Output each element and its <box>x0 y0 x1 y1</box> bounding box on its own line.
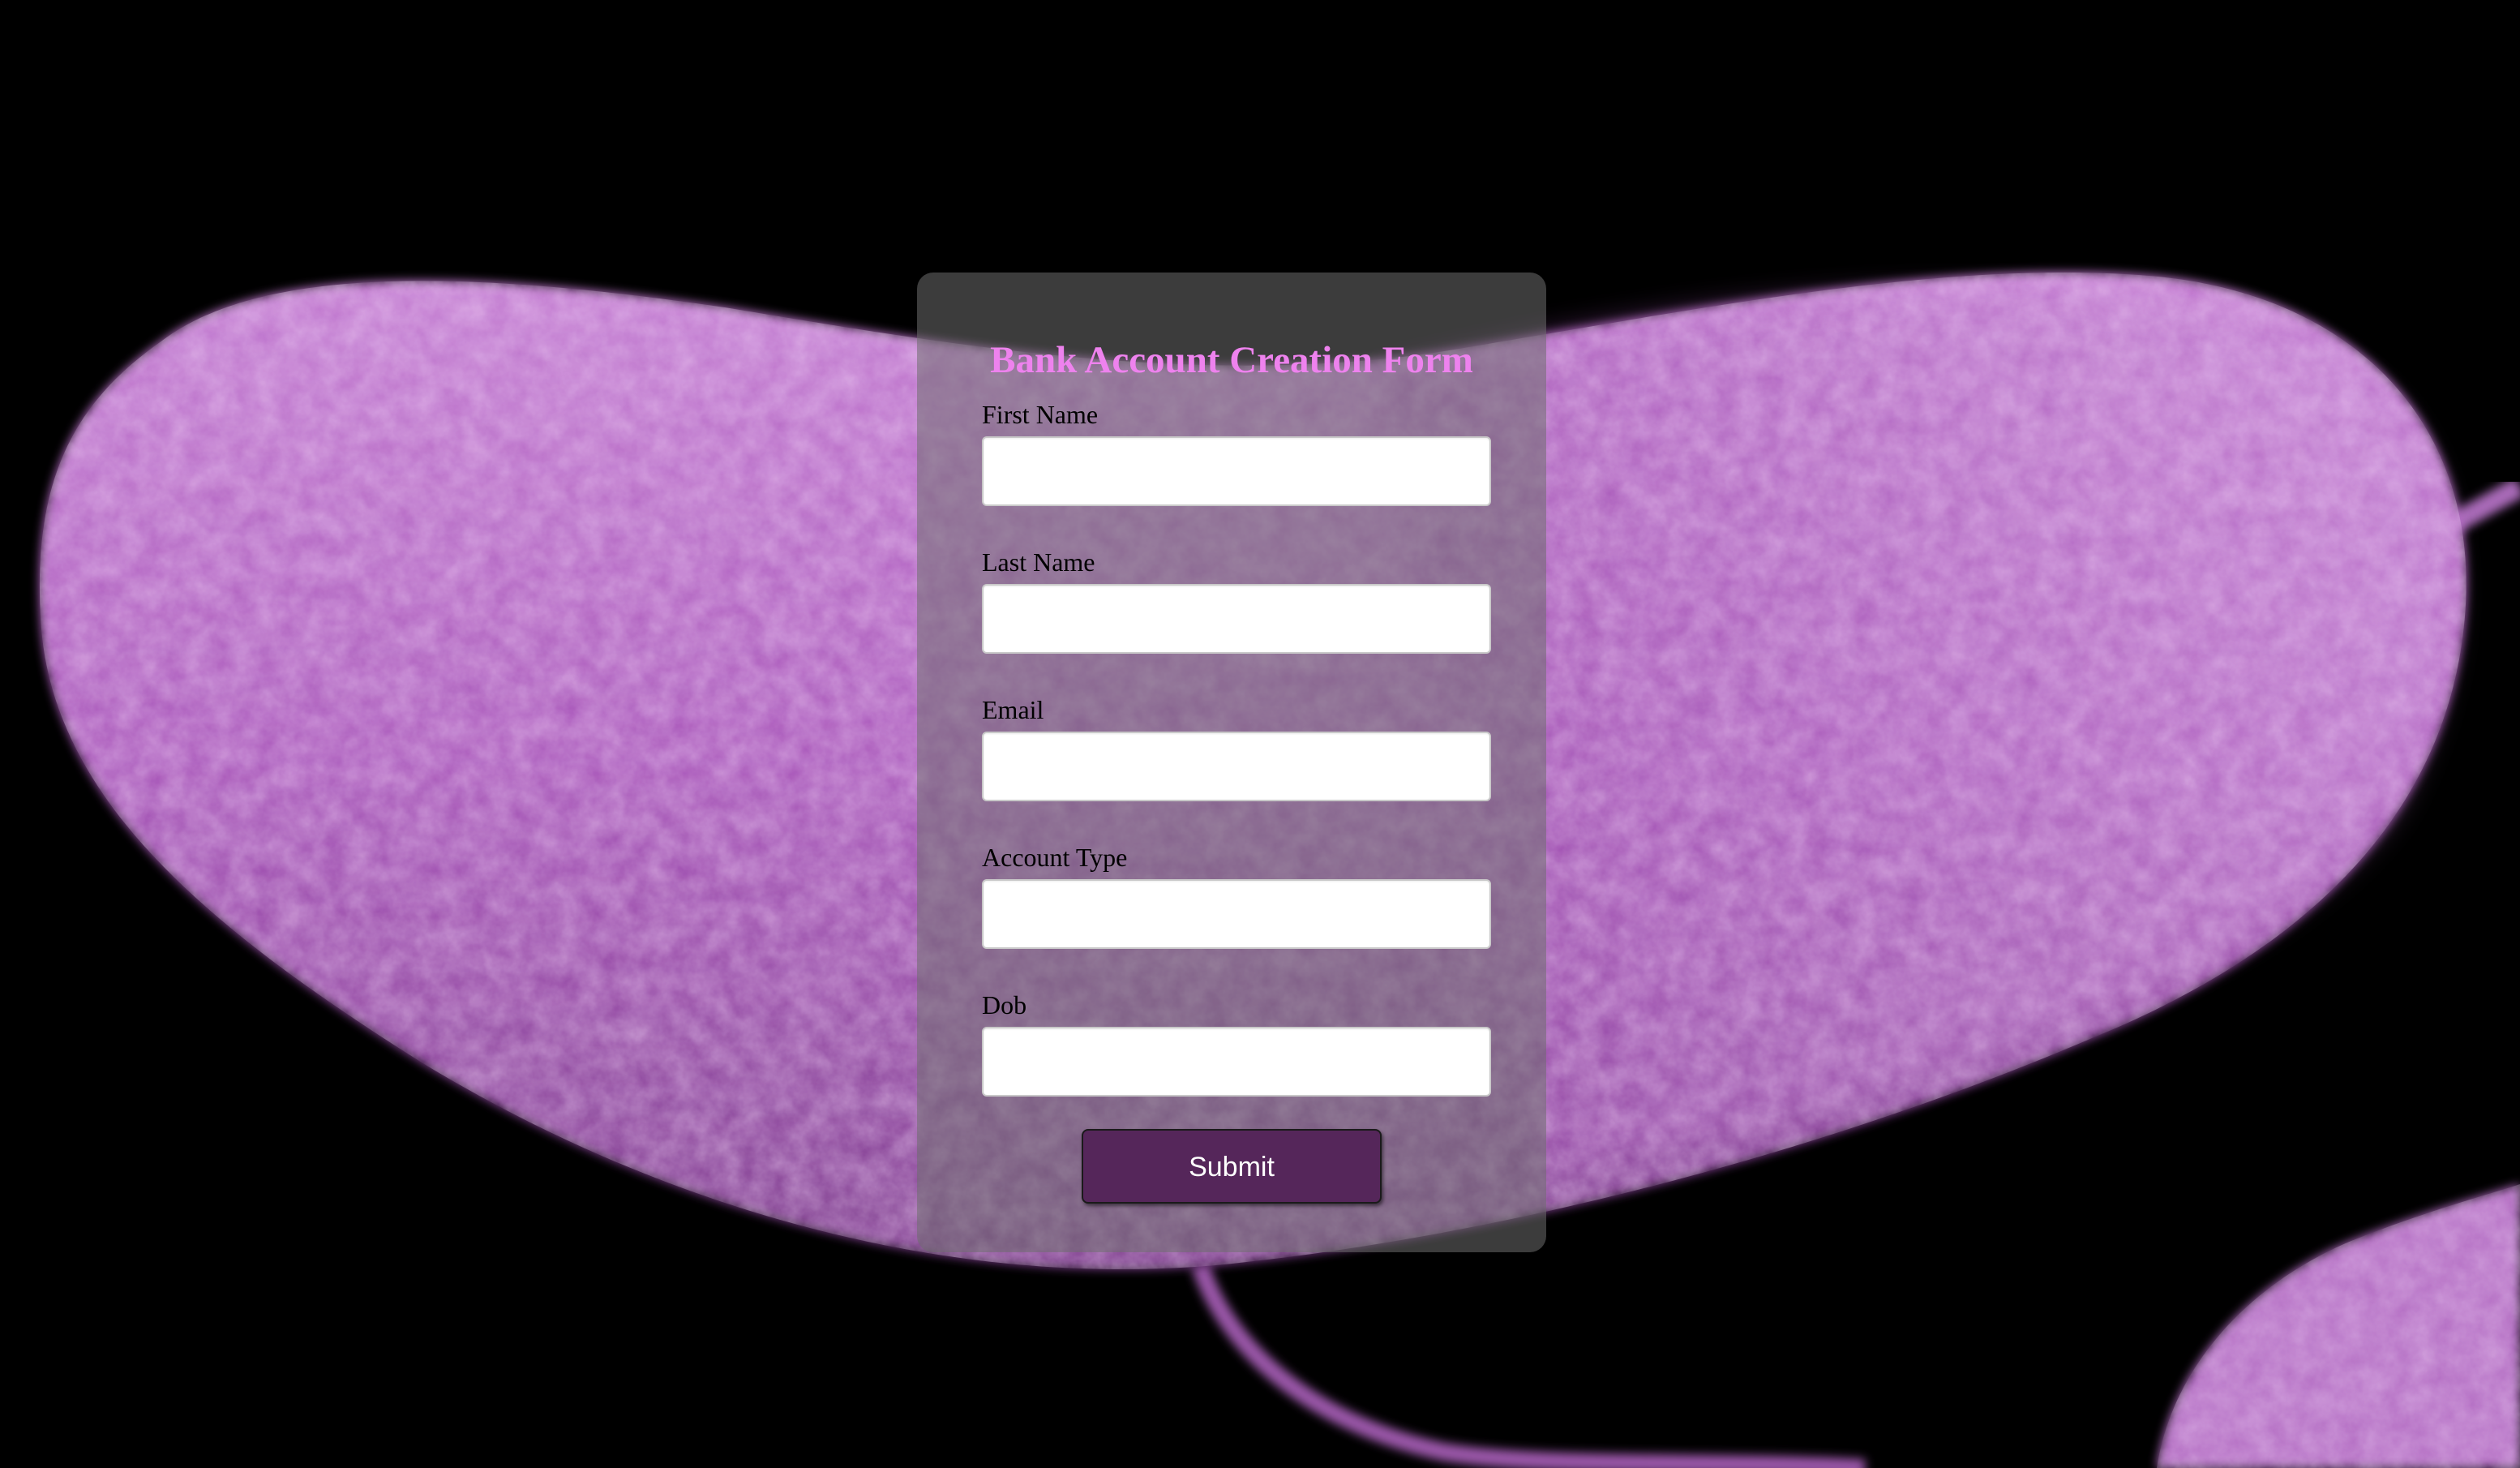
account-type-input[interactable] <box>982 879 1491 949</box>
submit-row: Submit <box>982 1129 1481 1204</box>
dob-group: Dob <box>982 989 1491 1097</box>
account-type-label: Account Type <box>982 843 1128 872</box>
dob-input[interactable] <box>982 1027 1491 1097</box>
submit-button[interactable]: Submit <box>1082 1129 1382 1204</box>
dob-label: Dob <box>982 990 1027 1019</box>
email-label: Email <box>982 695 1044 724</box>
first-name-input[interactable] <box>982 436 1491 506</box>
account-form: Bank Account Creation Form First Name La… <box>917 273 1546 1252</box>
last-name-group: Last Name <box>982 547 1491 654</box>
account-type-group: Account Type <box>982 842 1491 949</box>
first-name-group: First Name <box>982 399 1491 506</box>
first-name-label: First Name <box>982 400 1099 429</box>
email-input[interactable] <box>982 732 1491 801</box>
last-name-input[interactable] <box>982 584 1491 654</box>
email-group: Email <box>982 694 1491 801</box>
form-title: Bank Account Creation Form <box>990 339 1473 381</box>
last-name-label: Last Name <box>982 547 1095 577</box>
